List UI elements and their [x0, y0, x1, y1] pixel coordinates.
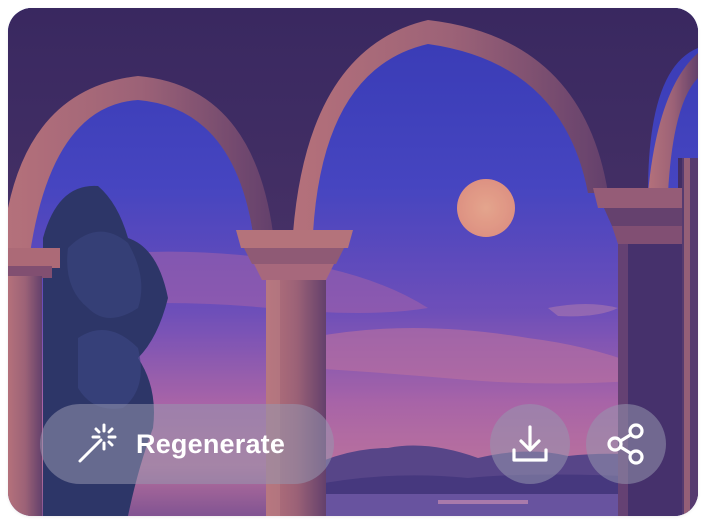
download-icon — [512, 425, 548, 462]
magic-wand-icon — [78, 423, 117, 463]
regenerate-label: Regenerate — [136, 428, 286, 459]
download-button[interactable] — [490, 404, 570, 484]
share-button[interactable] — [586, 404, 666, 484]
image-card: Regenerate — [8, 8, 698, 516]
share-icon — [607, 423, 644, 465]
regenerate-button[interactable]: Regenerate — [40, 404, 334, 484]
